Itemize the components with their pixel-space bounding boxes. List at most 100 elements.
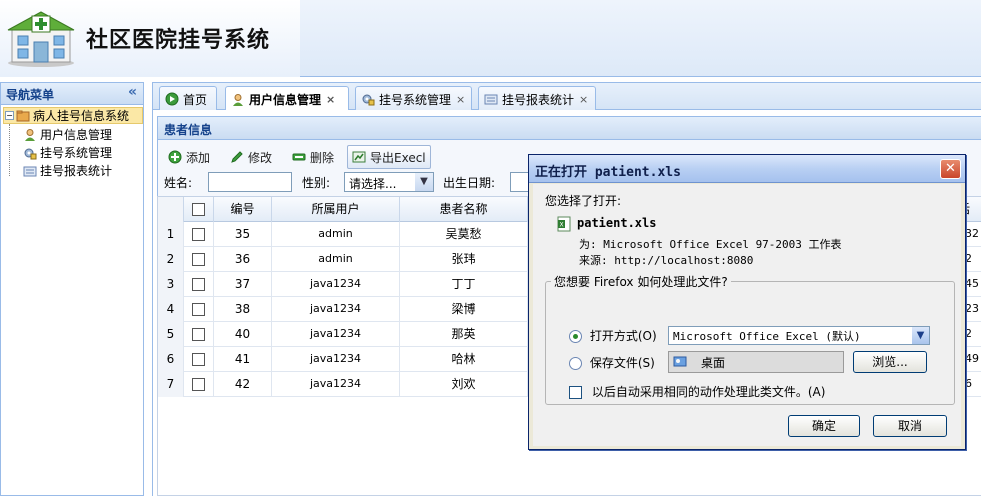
app-title: 社区医院挂号系统 [86,28,271,53]
select-all-checkbox[interactable] [192,203,205,216]
row-select-cell [184,297,214,322]
cell-id: 37 [214,272,272,297]
auto-action-checkbox[interactable] [569,386,582,399]
column-header[interactable]: 编号 [214,197,272,222]
open-with-radio[interactable]: 打开方式(O) [569,327,657,344]
nav-item-report[interactable]: 挂号报表统计 [23,162,112,179]
cell-id: 35 [214,222,272,247]
row-number: 2 [158,247,184,272]
select-all-cell [184,197,214,222]
tab-report[interactable]: 挂号报表统计 × [478,86,596,111]
cell-user: java1234 [272,347,400,372]
row-checkbox[interactable] [192,378,205,391]
name-filter-input[interactable] [208,172,292,192]
cell-user: java1234 [272,272,400,297]
cell-id: 41 [214,347,272,372]
report-icon [23,166,37,176]
row-checkbox[interactable] [192,303,205,316]
close-icon[interactable]: × [326,93,335,106]
row-checkbox[interactable] [192,328,205,341]
cancel-button[interactable]: 取消 [873,415,947,437]
dialog-title: 正在打开 patient.xls [535,165,681,180]
collapse-icon[interactable]: « [128,84,137,100]
logo-block: 社区医院挂号系统 [0,0,300,77]
cell-patient-name: 哈林 [400,347,528,372]
row-number: 6 [158,347,184,372]
row-select-cell [184,247,214,272]
dialog-filename: patient.xls [577,216,657,230]
cell-user: admin [272,222,400,247]
remove-icon [292,153,306,161]
birth-filter-label: 出生日期: [443,176,496,190]
dialog-file-source: 来源: http://localhost:8080 [579,254,754,267]
radio-unselected-icon[interactable] [569,357,582,370]
export-button[interactable]: 导出Execl [347,145,431,169]
row-checkbox[interactable] [192,228,205,241]
nav-item-registration[interactable]: 挂号系统管理 [23,144,112,161]
hospital-logo-icon [7,11,75,67]
row-select-cell [184,222,214,247]
nav-header-label: 导航菜单 [6,88,55,102]
close-icon[interactable]: ✕ [940,159,961,179]
add-label: 添加 [186,150,211,165]
auto-action-checkbox-row[interactable]: 以后自动采用相同的动作处理此类文件。(A) [569,383,825,400]
export-icon [352,151,366,163]
add-button[interactable]: 添加 [164,145,214,169]
app-header: 社区医院挂号系统 [0,0,981,77]
dialog-titlebar[interactable]: 正在打开 patient.xls ✕ [529,155,965,183]
radio-selected-icon[interactable] [569,330,582,343]
chevron-down-icon[interactable]: ▼ [415,173,433,191]
cell-patient-name: 吴莫愁 [400,222,528,247]
nav-header: 导航菜单 « [1,83,143,105]
save-file-radio[interactable]: 保存文件(S) [569,354,655,371]
gender-filter-label: 性别: [302,176,331,190]
tab-label: 挂号系统管理 [379,92,452,107]
settings-icon [24,148,37,159]
row-checkbox[interactable] [192,353,205,366]
row-select-cell [184,347,214,372]
row-checkbox[interactable] [192,253,205,266]
nav-panel: 导航菜单 « − 病人挂号信息系统 用户信息管理 挂号系统管理 挂号报表统计 [0,82,144,496]
desktop-icon [673,356,687,367]
browse-button[interactable]: 浏览... [853,351,927,373]
tab-registration[interactable]: 挂号系统管理 × [355,86,472,111]
tree-root-item[interactable]: − 病人挂号信息系统 [5,107,129,124]
column-header[interactable]: 所属用户 [272,197,400,222]
open-with-select[interactable]: Microsoft Office Excel (默认) ▼ [668,326,930,345]
save-path-field[interactable]: 桌面 [668,351,844,373]
cell-user: java1234 [272,322,400,347]
edit-button[interactable]: 修改 [226,145,276,169]
tab-label: 用户信息管理 [249,93,322,107]
row-checkbox[interactable] [192,278,205,291]
dialog-file-type: 为: Microsoft Office Excel 97-2003 工作表 [579,238,842,251]
column-header[interactable]: 患者名称 [400,197,528,222]
nav-item-label: 挂号系统管理 [40,146,113,160]
cell-user: admin [272,247,400,272]
cell-id: 36 [214,247,272,272]
nav-item-user-info[interactable]: 用户信息管理 [23,126,112,143]
ok-button[interactable]: 确定 [788,415,860,437]
excel-file-icon: X [557,216,571,232]
gender-filter-select[interactable]: 请选择... ▼ [344,172,434,192]
tab-strip: 首页 用户信息管理 × 挂号系统管理 × 挂号报表统计 × [152,82,981,112]
close-icon[interactable]: × [456,93,465,106]
settings-icon [362,94,375,106]
close-icon[interactable]: × [579,93,588,106]
nav-item-label: 挂号报表统计 [40,164,113,178]
add-icon [168,150,182,164]
cell-user: java1234 [272,297,400,322]
tab-home[interactable]: 首页 [159,86,217,111]
row-number: 4 [158,297,184,322]
tab-user-info[interactable]: 用户信息管理 × [225,86,349,112]
folder-icon [16,110,30,121]
row-select-cell [184,272,214,297]
chevron-down-icon[interactable]: ▼ [912,327,929,344]
cell-id: 42 [214,372,272,397]
tab-label: 挂号报表统计 [502,92,575,107]
svg-text:X: X [560,222,564,229]
tree-toggle-icon[interactable]: − [5,111,14,120]
name-filter-label: 姓名: [164,176,193,190]
delete-button[interactable]: 删除 [288,145,338,169]
file-open-dialog: 正在打开 patient.xls ✕ 您选择了打开: X patient.xls… [528,154,966,450]
row-select-cell [184,322,214,347]
